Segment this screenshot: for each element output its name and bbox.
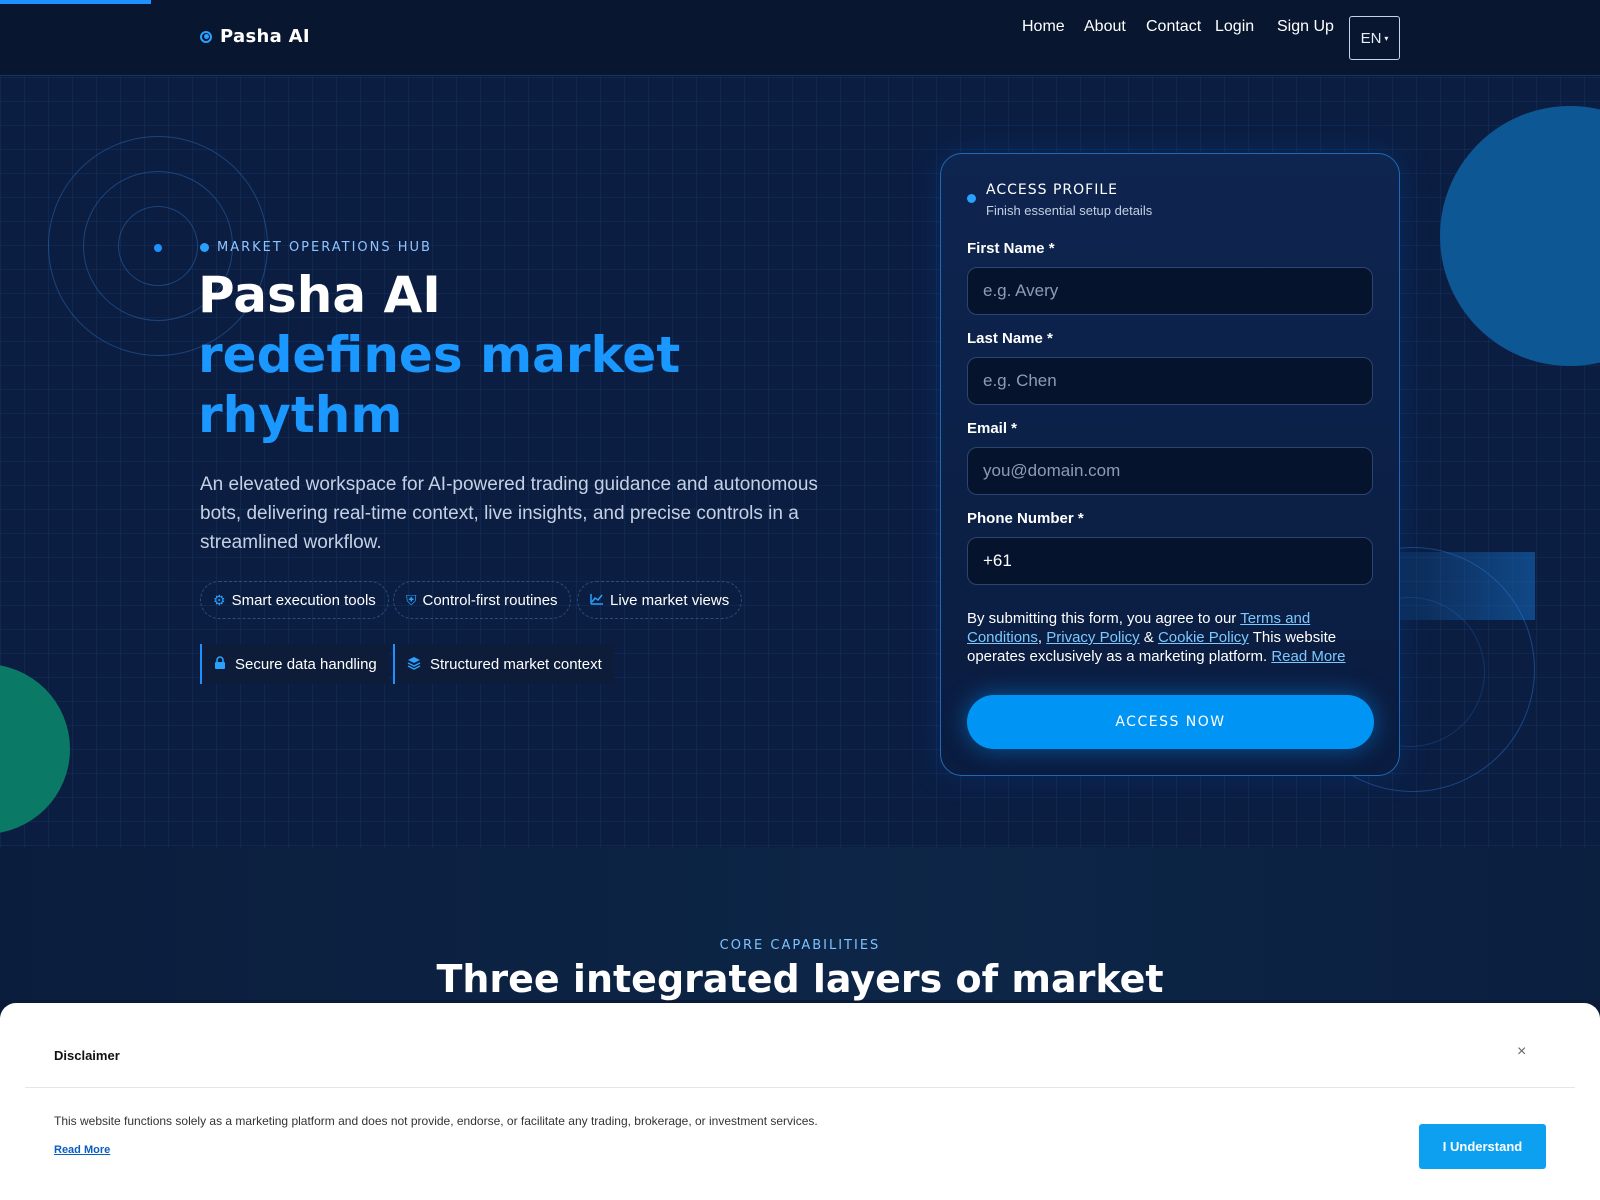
- logo-text: Pasha AI: [220, 26, 310, 47]
- chip-label: Smart execution tools: [231, 591, 376, 609]
- hero-title-line1: Pasha AI: [198, 266, 441, 324]
- access-profile-form: ACCESS PROFILE Finish essential setup de…: [940, 153, 1400, 776]
- last-name-input[interactable]: [967, 357, 1373, 405]
- form-title: ACCESS PROFILE: [986, 182, 1118, 198]
- logo[interactable]: Pasha AI: [200, 26, 310, 47]
- form-subtitle: Finish essential setup details: [986, 203, 1153, 218]
- core-capabilities-section: CORE CAPABILITIES Three integrated layer…: [0, 847, 1600, 1001]
- consent-prefix: By submitting this form, you agree to ou…: [967, 610, 1241, 627]
- privacy-link[interactable]: Privacy Policy: [1046, 629, 1139, 646]
- form-dot-icon: [967, 194, 976, 203]
- email-input[interactable]: [967, 447, 1373, 495]
- logo-dot-icon: [200, 30, 212, 43]
- decor-green-circle: [0, 664, 70, 834]
- form-header: ACCESS PROFILE Finish essential setup de…: [967, 182, 1152, 218]
- decor-blue-circle: [1440, 106, 1600, 366]
- consent-amp: &: [1139, 629, 1158, 646]
- hero-kicker: MARKET OPERATIONS HUB: [200, 240, 432, 255]
- core-title: Three integrated layers of market: [436, 957, 1164, 1001]
- hero-title: Pasha AI redefines market rhythm: [198, 265, 680, 445]
- first-name-label: First Name *: [967, 240, 1055, 257]
- cookie-link[interactable]: Cookie Policy: [1158, 629, 1249, 646]
- hero-kicker-text: MARKET OPERATIONS HUB: [217, 240, 432, 255]
- shield-icon: ⛨: [406, 591, 417, 608]
- nav-signup[interactable]: Sign Up: [1277, 18, 1334, 36]
- chip-control-first: ⛨ Control-first routines: [393, 581, 571, 619]
- disclaimer-title: Disclaimer: [54, 1048, 120, 1063]
- language-value: EN: [1360, 29, 1382, 47]
- tag-label: Structured market context: [430, 655, 602, 673]
- tag-structured-context: Structured market context: [393, 644, 614, 684]
- close-icon[interactable]: ×: [1517, 1043, 1526, 1061]
- consent-read-more-link[interactable]: Read More: [1271, 648, 1345, 665]
- nav-login[interactable]: Login: [1215, 18, 1254, 36]
- nav-about[interactable]: About: [1084, 18, 1126, 36]
- chip-icon: ⚙: [213, 591, 226, 608]
- site-header: Pasha AI Home About Contact Login Sign U…: [0, 0, 1600, 76]
- first-name-input[interactable]: [967, 267, 1373, 315]
- phone-label: Phone Number *: [967, 510, 1084, 527]
- lock-icon: [214, 655, 226, 673]
- hero-title-line3: rhythm: [198, 386, 403, 444]
- chip-smart-execution: ⚙ Smart execution tools: [200, 581, 389, 619]
- disclaimer-divider: [25, 1087, 1575, 1088]
- tag-secure-data: Secure data handling: [200, 644, 389, 684]
- page-progress-bar: [0, 0, 151, 4]
- consent-comma: ,: [1037, 629, 1047, 646]
- core-kicker: CORE CAPABILITIES: [719, 938, 881, 953]
- kicker-dot-icon: [200, 243, 209, 252]
- hero-title-line2: redefines market: [198, 326, 681, 384]
- phone-value: +61: [983, 551, 1012, 570]
- chart-icon: [590, 592, 604, 608]
- hero-description: An elevated workspace for AI-powered tra…: [200, 474, 818, 553]
- chip-label: Live market views: [610, 591, 730, 609]
- access-now-button[interactable]: ACCESS NOW: [967, 695, 1374, 749]
- last-name-label: Last Name *: [967, 330, 1053, 347]
- nav-home[interactable]: Home: [1022, 18, 1065, 36]
- disclaimer-text: This website functions solely as a marke…: [54, 1114, 818, 1128]
- consent-text: By submitting this form, you agree to ou…: [967, 609, 1377, 666]
- language-selector[interactable]: EN ▾: [1349, 16, 1400, 60]
- tag-label: Secure data handling: [235, 655, 377, 673]
- decor-ring-dot: [154, 244, 162, 252]
- layers-icon: [407, 656, 421, 673]
- phone-input[interactable]: +61: [967, 537, 1373, 585]
- i-understand-button[interactable]: I Understand: [1419, 1124, 1546, 1169]
- chip-label: Control-first routines: [422, 591, 558, 609]
- caret-down-icon: ▾: [1384, 33, 1389, 43]
- email-label: Email *: [967, 420, 1018, 437]
- nav-contact[interactable]: Contact: [1146, 18, 1201, 36]
- chip-live-market: Live market views: [577, 581, 743, 619]
- disclaimer-banner: Disclaimer × This website functions sole…: [0, 1003, 1600, 1200]
- disclaimer-read-more-link[interactable]: Read More: [54, 1144, 110, 1156]
